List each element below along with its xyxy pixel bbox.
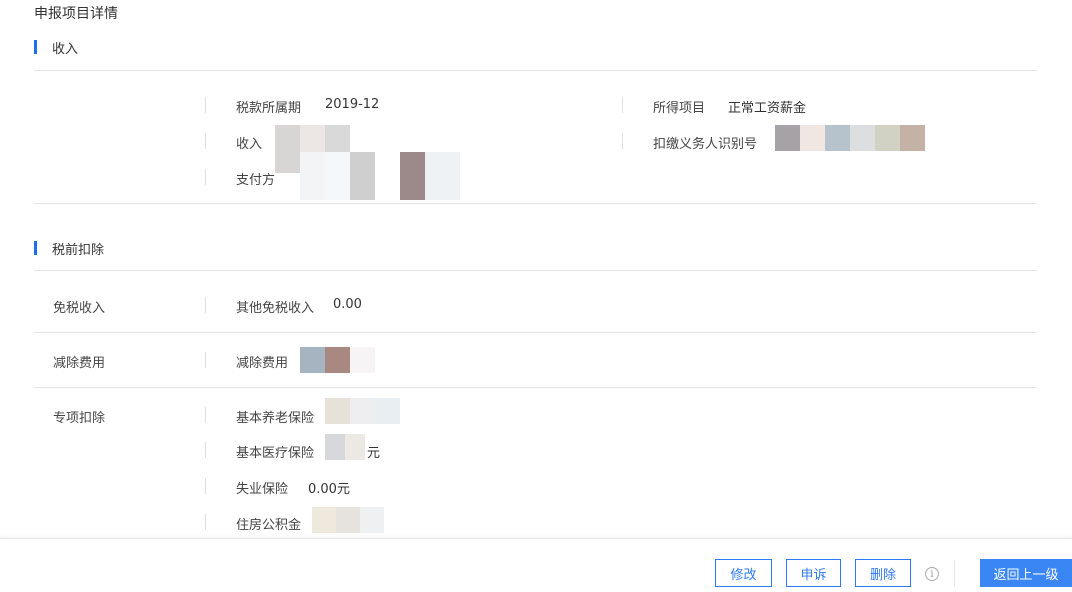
field-separator	[205, 514, 206, 530]
section-header-income: 收入	[34, 39, 79, 57]
pension-label: 基本养老保险	[236, 411, 315, 426]
housing-fund-value-masked	[312, 507, 384, 533]
field-separator	[205, 169, 206, 185]
housing-fund-label: 住房公积金	[236, 518, 302, 533]
other-tax-free-value: 0.00	[333, 297, 362, 312]
info-circle-icon[interactable]: i	[925, 567, 939, 581]
divider	[34, 332, 1037, 333]
appeal-button[interactable]: 申诉	[786, 559, 841, 587]
payer-value-masked	[300, 152, 460, 200]
reduction-row-label: 减除费用	[53, 356, 106, 371]
field-separator	[205, 97, 206, 113]
medical-suffix: 元	[367, 446, 381, 461]
field-separator	[622, 97, 623, 113]
income-label: 收入	[236, 137, 263, 152]
income-item-value: 正常工资薪金	[728, 101, 807, 116]
tax-period-value: 2019-12	[325, 97, 380, 112]
section-title-deduction: 税前扣除	[52, 242, 105, 258]
divider	[34, 203, 1037, 204]
field-separator	[205, 352, 206, 368]
field-separator	[622, 133, 623, 149]
footer-separator	[954, 560, 955, 586]
back-button[interactable]: 返回上一级	[980, 559, 1072, 587]
section-accent-bar	[34, 241, 37, 255]
modify-button[interactable]: 修改	[715, 559, 772, 587]
withholder-id-masked	[775, 125, 925, 151]
field-separator	[205, 478, 206, 494]
section-title-income: 收入	[52, 41, 79, 57]
pension-value-masked	[325, 398, 400, 424]
special-deduction-row-label: 专项扣除	[53, 411, 106, 426]
delete-button[interactable]: 删除	[855, 559, 911, 587]
tax-free-income-row-label: 免税收入	[53, 301, 106, 316]
unemployment-value: 0.00元	[308, 482, 350, 497]
divider	[34, 387, 1037, 388]
field-separator	[205, 407, 206, 423]
medical-label: 基本医疗保险	[236, 446, 315, 461]
section-header-deduction: 税前扣除	[34, 240, 105, 258]
medical-value-masked	[325, 434, 365, 460]
withholder-id-label: 扣缴义务人识别号	[653, 137, 758, 152]
other-tax-free-label: 其他免税收入	[236, 301, 315, 316]
section-accent-bar	[34, 40, 37, 54]
reduction-value-masked	[300, 347, 375, 373]
footer-action-bar	[0, 538, 1072, 592]
income-item-label: 所得项目	[653, 101, 706, 116]
field-separator	[205, 133, 206, 149]
page-title: 申报项目详情	[34, 6, 118, 22]
unemployment-label: 失业保险	[236, 482, 289, 497]
field-separator	[205, 297, 206, 313]
tax-period-label: 税款所属期	[236, 101, 302, 116]
field-separator	[205, 442, 206, 458]
reduction-label: 减除费用	[236, 356, 289, 371]
divider	[34, 270, 1037, 271]
payer-label: 支付方	[236, 173, 276, 188]
divider	[34, 70, 1037, 71]
